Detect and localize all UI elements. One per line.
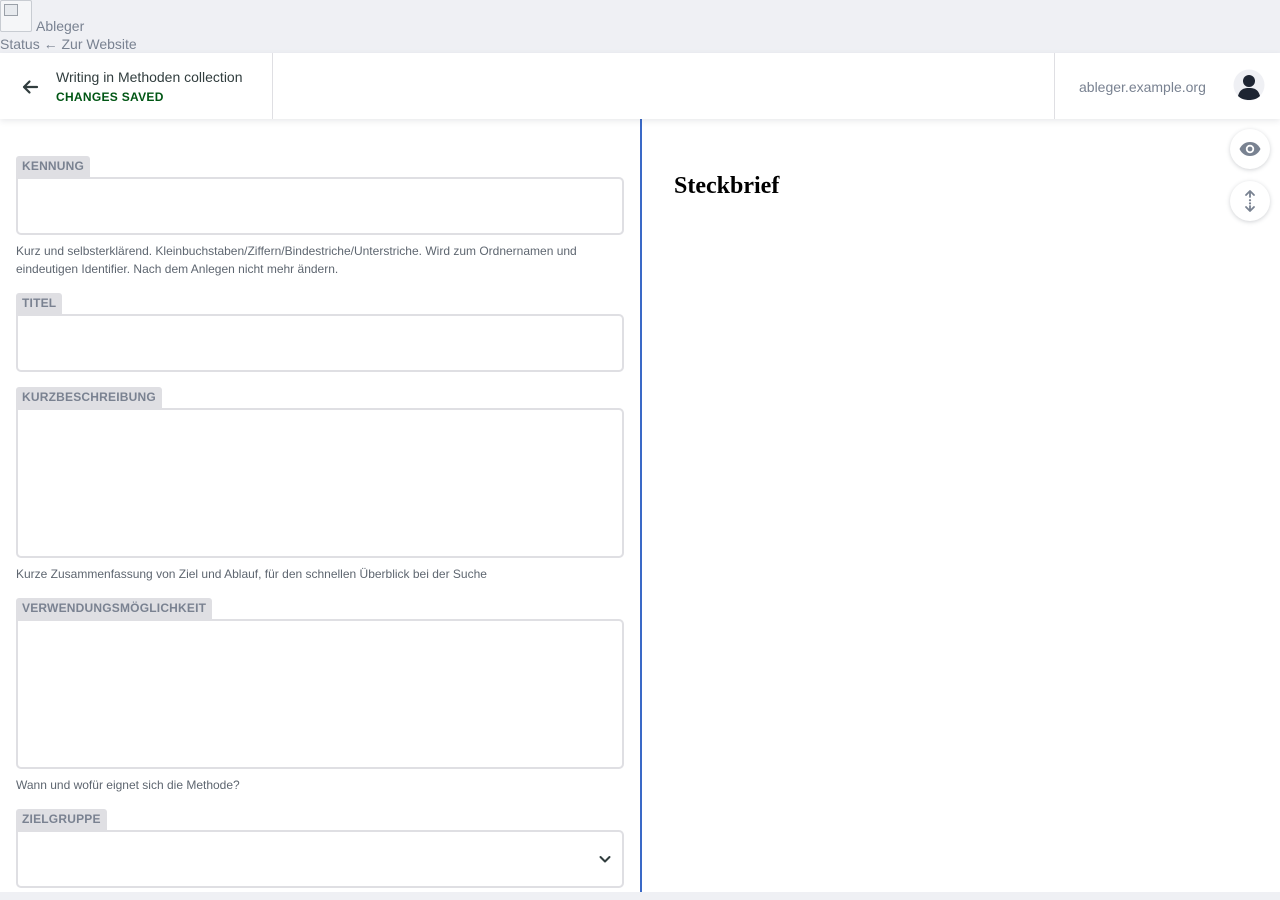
kennung-label: KENNUNG bbox=[16, 156, 91, 177]
entry-title: Writing in Methoden collection bbox=[56, 69, 243, 85]
kennung-input[interactable] bbox=[16, 177, 624, 235]
back-section[interactable]: Writing in Methoden collection CHANGES S… bbox=[0, 53, 273, 119]
field-kennung: KENNUNG Kurz und selbsterklärend. Kleinb… bbox=[16, 156, 624, 278]
zielgruppe-select[interactable] bbox=[16, 830, 624, 888]
verwendung-textarea[interactable] bbox=[16, 619, 624, 769]
sync-scroll-button[interactable] bbox=[1230, 181, 1270, 221]
site-url-link[interactable]: ableger.example.org bbox=[1079, 79, 1206, 95]
controls-pane: KENNUNG Kurz und selbsterklärend. Kleinb… bbox=[0, 119, 640, 892]
verwendung-label: VERWENDUNGSMÖGLICHKEIT bbox=[16, 598, 213, 619]
field-verwendung: VERWENDUNGSMÖGLICHKEIT Wann und wofür ei… bbox=[16, 598, 624, 794]
back-arrow-icon[interactable] bbox=[20, 77, 40, 97]
website-link[interactable]: ← Zur Website bbox=[44, 36, 137, 52]
user-avatar-button[interactable] bbox=[1233, 69, 1265, 101]
editor-toolbar: Writing in Methoden collection CHANGES S… bbox=[0, 53, 1280, 119]
kurzbeschreibung-textarea[interactable] bbox=[16, 408, 624, 558]
logo-image[interactable] bbox=[0, 0, 32, 32]
kennung-hint: Kurz und selbsterklärend. Kleinbuchstabe… bbox=[16, 244, 577, 276]
zielgruppe-label: ZIELGRUPPE bbox=[16, 809, 107, 830]
toolbar-right: ableger.example.org bbox=[1054, 53, 1280, 119]
kurzbeschreibung-hint: Kurze Zusammenfassung von Ziel und Ablau… bbox=[16, 567, 487, 581]
top-links: Status ← Zur Website bbox=[0, 36, 137, 52]
preview-pane: Steckbrief bbox=[642, 119, 1280, 892]
kurzbeschreibung-label: KURZBESCHREIBUNG bbox=[16, 387, 162, 408]
field-zielgruppe: ZIELGRUPPE bbox=[16, 809, 624, 888]
chevron-down-icon[interactable] bbox=[598, 852, 612, 866]
preview-heading: Steckbrief bbox=[674, 173, 780, 199]
user-avatar-icon bbox=[1233, 69, 1265, 101]
editor: KENNUNG Kurz und selbsterklärend. Kleinb… bbox=[0, 119, 1280, 892]
app-brand[interactable]: Ableger bbox=[36, 18, 84, 34]
field-titel: TITEL bbox=[16, 293, 624, 372]
sync-scroll-icon bbox=[1245, 190, 1255, 212]
status-link[interactable]: Status bbox=[0, 36, 40, 52]
app-header: Ableger Status ← Zur Website bbox=[0, 0, 1280, 53]
verwendung-hint: Wann und wofür eignet sich die Methode? bbox=[16, 778, 240, 792]
titel-input[interactable] bbox=[16, 314, 624, 372]
field-kurzbeschreibung: KURZBESCHREIBUNG Kurze Zusammenfassung v… bbox=[16, 387, 624, 583]
eye-icon bbox=[1239, 142, 1261, 156]
titel-label: TITEL bbox=[16, 293, 63, 314]
save-status: CHANGES SAVED bbox=[56, 90, 164, 104]
toggle-preview-button[interactable] bbox=[1230, 129, 1270, 169]
